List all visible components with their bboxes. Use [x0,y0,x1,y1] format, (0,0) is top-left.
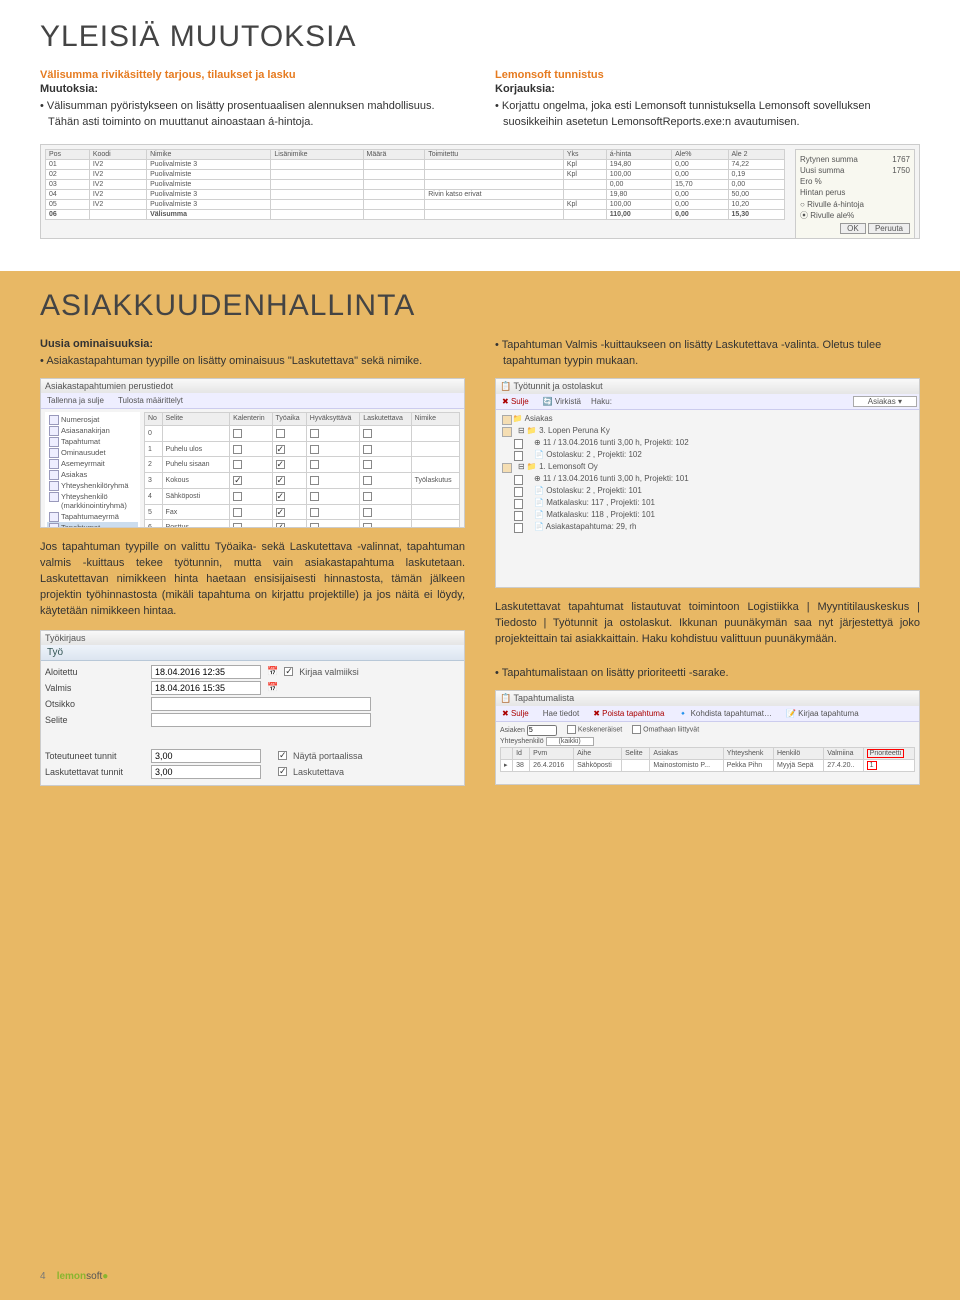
refresh-button[interactable]: 🔄 Virkistä [539,396,585,407]
portaali-checkbox[interactable] [278,751,287,760]
settings-sidebar[interactable]: NumerosjatAsiasanakirjanTapahtumat Omina… [45,412,140,528]
screenshot-valisumma: Rytynen summa1767 Uusi summa1750 Ero % H… [40,144,920,239]
screenshot-tyotunnit-ostolaskut: 📋 Työtunnit ja ostolaskut ✖ Sulje 🔄 Virk… [495,378,920,588]
toteutuneet-input[interactable] [151,749,261,763]
para-laskutettavat: Laskutettavat tapahtumat listautuvat toi… [495,600,920,648]
label-korjauksia: Korjauksia: [495,83,920,95]
save-close-button[interactable]: Tallenna ja sulje [43,395,108,406]
selite-input[interactable] [151,713,371,727]
bullet-valmis-kuittaus: Tapahtuman Valmis -kuittaukseen on lisät… [495,338,920,370]
print-button[interactable]: Tulosta määrittelyt [114,395,187,406]
aloitettu-input[interactable] [151,665,261,679]
close-button[interactable]: ✖ Sulje [498,396,533,407]
tapahtumalista-table: IdPvmAiheSeliteAsiakasYhteyshenkHenkilöV… [500,747,915,772]
section-title-asiakkuudenhallinta: ASIAKKUUDENHALLINTA [40,289,920,323]
page-footer: 4 lemonsoft● [40,1271,108,1282]
subhead-tunnistus: Lemonsoft tunnistus [495,69,920,81]
para-tapahtuma: Jos tapahtuman tyypille on valittu Työai… [40,540,465,620]
otsikko-input[interactable] [151,697,371,711]
bullet-left: Välisumman pyöristykseen on lisätty pros… [40,99,465,131]
label-muutoksia: Muutoksia: [40,83,465,95]
valisumma-panel: Rytynen summa1767 Uusi summa1750 Ero % H… [795,149,915,239]
event-types-table: NoSeliteKalenterinTyöaikaHyväksyttäväLas… [144,412,460,528]
haku-dropdown[interactable]: Asiakas ▾ [853,396,917,407]
logo-lemon: lemon [57,1271,86,1282]
close-button-2[interactable]: ✖ Sulje [498,708,533,719]
laskutettava-checkbox[interactable] [278,767,287,776]
label-uusia: Uusia ominaisuuksia: [40,338,465,350]
customer-tree[interactable]: ⊟ 📁 Asiakas ⊟ 📁 3. Lopen Peruna Ky ⊕ 11 … [500,413,915,533]
cancel-button[interactable]: Peruuta [868,223,910,234]
bullet-prioriteetti: Tapahtumalistaan on lisätty prioriteetti… [495,666,920,682]
valisumma-table: PosKoodiNimikeLisänimikeMääräToimitettuY… [45,149,785,220]
kirjaa-checkbox[interactable] [284,667,293,676]
screenshot-tapahtuma-tyypit: Asiakastapahtumien perustiedot Tallenna … [40,378,465,528]
laskutettavat-input[interactable] [151,765,261,779]
bullet-right: Korjattu ongelma, joka esti Lemonsoft tu… [495,99,920,131]
ok-button[interactable]: OK [840,223,866,234]
page-title: YLEISIÄ MUUTOKSIA [40,20,920,54]
valmis-input[interactable] [151,681,261,695]
bullet-laskutettava: Asiakastapahtuman tyypille on lisätty om… [40,354,465,370]
logo-soft: soft [86,1271,102,1282]
subhead-valisumma: Välisumma rivikäsittely tarjous, tilauks… [40,69,465,81]
screenshot-tapahtumalista: 📋 Tapahtumalista ✖ Sulje Hae tiedot ✖ Po… [495,690,920,785]
screenshot-tyokirjaus: Työkirjaus Työ Aloitettu📅 Kirjaa valmiik… [40,630,465,786]
